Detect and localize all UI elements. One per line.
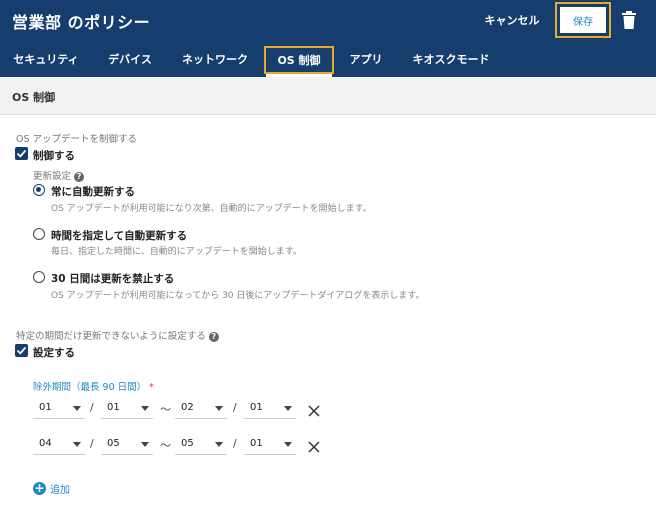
save-button-highlight: 保存 bbox=[555, 2, 611, 38]
radio-always-auto-update[interactable] bbox=[33, 184, 45, 196]
date-separator: / bbox=[233, 401, 237, 414]
os-update-section-label: OS アップデートを制御する bbox=[16, 134, 138, 145]
end-month-value-1: 02 bbox=[181, 402, 194, 413]
trash-icon[interactable] bbox=[622, 11, 640, 31]
close-icon[interactable] bbox=[308, 402, 322, 417]
start-month-select-1[interactable]: 01 bbox=[33, 397, 85, 419]
section-title: OS 制御 bbox=[12, 91, 56, 104]
radio-desc-always-auto-update: OS アップデートが利用可能になり次第、自動的にアップデートを開始します。 bbox=[51, 204, 372, 214]
add-circle-icon: + bbox=[33, 480, 46, 495]
radio-label-scheduled-update: 時間を指定して自動更新する bbox=[51, 230, 188, 242]
start-day-value-2: 05 bbox=[107, 438, 120, 449]
tab-apps[interactable]: アプリ bbox=[346, 44, 386, 74]
end-month-value-2: 05 bbox=[181, 438, 194, 449]
set-checkbox[interactable] bbox=[15, 344, 28, 357]
chevron-down-icon bbox=[215, 442, 223, 447]
start-day-select-1[interactable]: 01 bbox=[101, 397, 153, 419]
page-title: 営業部 のポリシー bbox=[12, 13, 151, 32]
exclusion-period-text: 除外期間（最長 90 日間） bbox=[33, 382, 147, 393]
tab-bar: セキュリティ デバイス ネットワーク OS 制御 アプリ キオスクモード bbox=[0, 44, 656, 77]
control-checkbox-label: 制御する bbox=[33, 150, 75, 162]
chevron-down-icon bbox=[73, 442, 81, 447]
radio-label-postpone-30-days: 30 日間は更新を禁止する bbox=[51, 273, 175, 285]
radio-label-always-auto-update: 常に自動更新する bbox=[51, 186, 135, 198]
close-icon[interactable] bbox=[308, 438, 322, 453]
start-day-value-1: 01 bbox=[107, 402, 120, 413]
start-month-value-1: 01 bbox=[39, 402, 52, 413]
required-mark: * bbox=[149, 382, 154, 393]
exclusion-period-label: 除外期間（最長 90 日間） * bbox=[33, 379, 154, 393]
control-checkbox[interactable] bbox=[15, 147, 28, 160]
chevron-down-icon bbox=[73, 406, 81, 411]
chevron-down-icon bbox=[284, 442, 292, 447]
help-icon[interactable]: ? bbox=[208, 331, 219, 342]
end-day-select-1[interactable]: 01 bbox=[244, 397, 296, 419]
help-icon[interactable]: ? bbox=[74, 171, 85, 182]
date-separator: / bbox=[90, 401, 94, 414]
start-month-value-2: 04 bbox=[39, 438, 52, 449]
radio-scheduled-update[interactable] bbox=[33, 228, 45, 240]
save-button[interactable]: 保存 bbox=[560, 7, 606, 33]
set-checkbox-label: 設定する bbox=[33, 347, 75, 359]
end-day-value-2: 01 bbox=[250, 438, 263, 449]
start-day-select-2[interactable]: 05 bbox=[101, 433, 153, 455]
cancel-button[interactable]: キャンセル bbox=[478, 10, 546, 30]
update-settings-text: 更新設定 bbox=[33, 171, 72, 182]
end-month-select-2[interactable]: 05 bbox=[175, 433, 227, 455]
radio-postpone-30-days[interactable] bbox=[33, 271, 45, 283]
add-range-label: 追加 bbox=[50, 484, 70, 496]
radio-desc-postpone-30-days: OS アップデートが利用可能になってから 30 日後にアップデートダイアログを表… bbox=[51, 291, 425, 301]
radio-desc-scheduled-update: 毎日、指定した時間に、自動的にアップデートを開始します。 bbox=[51, 247, 302, 257]
range-separator: 〜 bbox=[160, 439, 171, 452]
app-header: 営業部 のポリシー キャンセル 保存 セキュリティ デバイス ネットワーク OS… bbox=[0, 0, 656, 77]
tab-kiosk-mode[interactable]: キオスクモード bbox=[412, 44, 490, 74]
add-range-button[interactable]: + 追加 bbox=[33, 480, 70, 496]
range-separator: 〜 bbox=[160, 403, 171, 416]
chevron-down-icon bbox=[284, 406, 292, 411]
end-day-value-1: 01 bbox=[250, 402, 263, 413]
chevron-down-icon bbox=[141, 406, 149, 411]
section-subheader: OS 制御 bbox=[0, 77, 656, 115]
date-separator: / bbox=[233, 437, 237, 450]
tab-os-control[interactable]: OS 制御 bbox=[264, 46, 334, 74]
chevron-down-icon bbox=[141, 442, 149, 447]
tab-security[interactable]: セキュリティ bbox=[13, 44, 78, 74]
tab-network[interactable]: ネットワーク bbox=[181, 44, 249, 74]
date-separator: / bbox=[90, 437, 94, 450]
checkmark-icon bbox=[16, 149, 27, 158]
freeze-section-text: 特定の期間だけ更新できないように設定する bbox=[16, 331, 206, 342]
checkmark-icon bbox=[16, 346, 27, 355]
freeze-section-label: 特定の期間だけ更新できないように設定する? bbox=[16, 328, 219, 342]
update-settings-label: 更新設定? bbox=[33, 168, 85, 182]
end-day-select-2[interactable]: 01 bbox=[244, 433, 296, 455]
end-month-select-1[interactable]: 02 bbox=[175, 397, 227, 419]
start-month-select-2[interactable]: 04 bbox=[33, 433, 85, 455]
chevron-down-icon bbox=[215, 406, 223, 411]
tab-devices[interactable]: デバイス bbox=[104, 44, 156, 74]
